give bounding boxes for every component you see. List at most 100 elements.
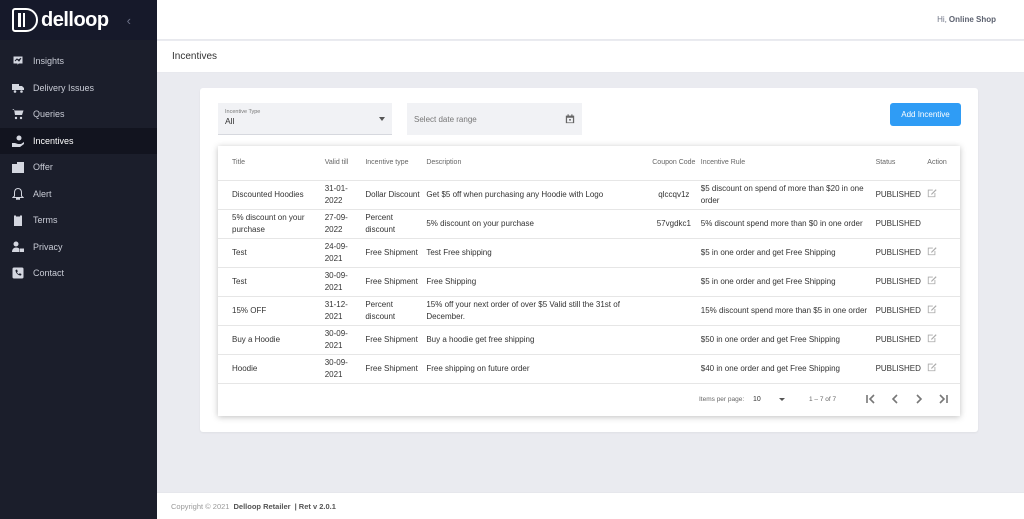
cell-valid-till: 27-09-2022 xyxy=(322,209,364,239)
cell-incentive-type: Free Shipment xyxy=(363,238,425,268)
sidebar-item-incentives[interactable]: Incentives xyxy=(0,127,157,154)
incentives-table: Title Valid till Incentive type Descript… xyxy=(218,146,960,416)
cell-coupon-code xyxy=(648,267,699,297)
sidebar-item-label: Queries xyxy=(33,109,65,120)
edit-icon[interactable] xyxy=(927,333,937,343)
cell-action xyxy=(919,267,960,297)
incentive-type-label: Incentive Type xyxy=(225,109,261,115)
building-icon xyxy=(12,161,24,174)
cell-incentive-rule: $5 discount on spend of more than $20 in… xyxy=(698,180,874,210)
sidebar: delloop ‹ Insights Delivery Issues Queri… xyxy=(0,0,157,519)
user-lock-icon xyxy=(12,241,24,253)
chevron-down-icon xyxy=(379,117,385,121)
cell-description: Get $5 off when purchasing any Hoodie wi… xyxy=(424,180,649,210)
col-incentive-rule[interactable]: Incentive Rule xyxy=(698,146,874,181)
cell-valid-till: 31-01-2022 xyxy=(322,180,364,210)
table-row[interactable]: Test 24-09-2021 Free Shipment Test Free … xyxy=(218,238,960,268)
table-row[interactable]: 5% discount on your purchase 27-09-2022 … xyxy=(218,209,960,239)
sidebar-nav: Insights Delivery Issues Queries Incenti… xyxy=(0,48,157,287)
brand-name: delloop xyxy=(41,8,109,31)
sidebar-item-insights[interactable]: Insights xyxy=(0,48,157,75)
top-bar: Hi, Online Shop xyxy=(157,0,1024,40)
sidebar-item-queries[interactable]: Queries xyxy=(0,101,157,128)
col-description[interactable]: Description xyxy=(424,146,649,181)
greeting: Hi, xyxy=(937,15,947,24)
cell-coupon-code xyxy=(648,238,699,268)
chevron-down-icon[interactable] xyxy=(779,397,785,401)
sidebar-item-alert[interactable]: Alert xyxy=(0,181,157,208)
cell-valid-till: 30-09-2021 xyxy=(322,325,364,355)
previous-page-icon[interactable] xyxy=(889,393,901,405)
cell-valid-till: 30-09-2021 xyxy=(322,354,364,384)
cell-coupon-code: qlccqv1z xyxy=(648,180,699,210)
sidebar-item-contact[interactable]: Contact xyxy=(0,260,157,287)
cell-incentive-type: Free Shipment xyxy=(363,267,425,297)
page-range-label: 1 – 7 of 7 xyxy=(809,395,837,403)
insights-icon xyxy=(12,55,24,68)
cell-incentive-type: Percent discount xyxy=(363,209,425,239)
cell-incentive-rule: $50 in one order and get Free Shipping xyxy=(698,325,874,355)
incentive-type-value: All xyxy=(225,116,235,126)
paginator: Items per page: 10 1 – 7 of 7 xyxy=(218,382,960,416)
col-valid-till[interactable]: Valid till xyxy=(322,146,364,181)
incentives-card: Incentive Type All Select date range Add… xyxy=(200,88,978,432)
table-row[interactable]: Discounted Hoodies 31-01-2022 Dollar Dis… xyxy=(218,180,960,210)
edit-icon[interactable] xyxy=(927,275,937,285)
col-title[interactable]: Title xyxy=(218,146,323,181)
col-status[interactable]: Status xyxy=(873,146,920,181)
next-page-icon[interactable] xyxy=(913,393,925,405)
cell-title: Discounted Hoodies xyxy=(218,180,323,210)
cell-title: Hoodie xyxy=(218,354,323,384)
cell-coupon-code: 57vgdkc1 xyxy=(648,209,699,239)
cell-status: PUBLISHED xyxy=(873,238,921,268)
sidebar-item-offer[interactable]: Offer xyxy=(0,154,157,181)
sidebar-item-label: Terms xyxy=(33,215,58,226)
cell-description: 5% discount on your purchase xyxy=(424,209,649,239)
col-coupon-code[interactable]: Coupon Code xyxy=(648,146,699,181)
sidebar-item-privacy[interactable]: Privacy xyxy=(0,234,157,261)
edit-icon[interactable] xyxy=(927,188,937,198)
cell-coupon-code xyxy=(648,296,699,326)
cell-action xyxy=(919,180,960,210)
truck-icon xyxy=(12,82,24,94)
date-range-input[interactable]: Select date range xyxy=(407,103,582,135)
footer: Copyright © 2021 Delloop Retailer | Ret … xyxy=(157,492,1024,519)
incentive-type-select[interactable]: Incentive Type All xyxy=(218,103,392,135)
cell-title: 5% discount on your purchase xyxy=(218,209,323,239)
calendar-icon[interactable] xyxy=(565,114,575,124)
user-menu[interactable]: Online Shop xyxy=(949,15,996,24)
brand: delloop ‹ xyxy=(0,0,157,40)
cell-action xyxy=(919,296,960,326)
sidebar-item-terms[interactable]: Terms xyxy=(0,207,157,234)
cell-action xyxy=(919,325,960,355)
sidebar-item-delivery-issues[interactable]: Delivery Issues xyxy=(0,75,157,102)
last-page-icon[interactable] xyxy=(937,393,949,405)
items-per-page-select[interactable]: 10 xyxy=(753,396,761,403)
edit-icon[interactable] xyxy=(927,246,937,256)
cell-coupon-code xyxy=(648,325,699,355)
company-name: Delloop Retailer xyxy=(233,501,291,511)
add-incentive-button[interactable]: Add Incentive xyxy=(890,103,961,126)
edit-icon[interactable] xyxy=(927,304,937,314)
cell-status: PUBLISHED xyxy=(873,267,921,297)
cell-incentive-rule: 5% discount spend more than $0 in one or… xyxy=(698,209,874,239)
table-row[interactable]: Buy a Hoodie 30-09-2021 Free Shipment Bu… xyxy=(218,325,960,355)
copyright-text: Copyright © 2021 xyxy=(171,501,230,511)
date-range-placeholder: Select date range xyxy=(414,114,477,124)
cell-coupon-code xyxy=(648,354,699,384)
table-header-row: Title Valid till Incentive type Descript… xyxy=(218,146,960,181)
table-row[interactable]: 15% OFF 31-12-2021 Percent discount 15% … xyxy=(218,296,960,326)
collapse-sidebar-icon[interactable]: ‹ xyxy=(127,13,131,28)
cell-action xyxy=(919,354,960,384)
table-row[interactable]: Test 30-09-2021 Free Shipment Free Shipp… xyxy=(218,267,960,297)
col-incentive-type[interactable]: Incentive type xyxy=(363,146,425,181)
table-row[interactable]: Hoodie 30-09-2021 Free Shipment Free shi… xyxy=(218,354,960,384)
cell-title: Test xyxy=(218,238,323,268)
cell-description: Test Free shipping xyxy=(424,238,649,268)
cell-valid-till: 24-09-2021 xyxy=(322,238,364,268)
first-page-icon[interactable] xyxy=(865,393,877,405)
sidebar-item-label: Offer xyxy=(33,162,53,173)
cell-incentive-rule: 15% discount spend more than $5 in one o… xyxy=(698,296,874,326)
edit-icon[interactable] xyxy=(927,362,937,372)
cell-description: Free Shipping xyxy=(424,267,649,297)
